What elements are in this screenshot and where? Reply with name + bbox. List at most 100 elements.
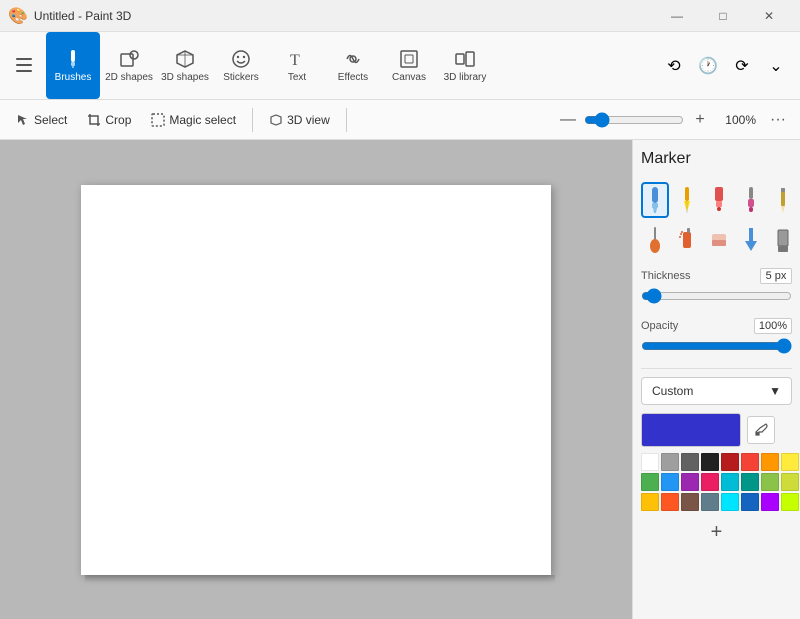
brush-tools-grid [641,182,792,258]
brush-custom[interactable] [769,222,797,258]
brush-watercolor[interactable] [737,182,765,218]
color-cell[interactable] [781,493,799,511]
close-button[interactable]: ✕ [746,0,792,32]
color-cell[interactable] [661,453,679,471]
add-color-button[interactable]: + [641,517,792,548]
color-cell[interactable] [721,453,739,471]
color-cell[interactable] [641,453,659,471]
zoom-slider[interactable] [584,112,684,128]
color-cell[interactable] [781,453,799,471]
color-cell[interactable] [741,473,759,491]
color-cell[interactable] [641,493,659,511]
custom-dropdown-button[interactable]: Custom ▼ [641,377,792,405]
brush-fill[interactable] [737,222,765,258]
brush-oil[interactable] [641,222,669,258]
zoom-plus-button[interactable]: + [688,108,712,132]
color-cell[interactable] [741,493,759,511]
opacity-label: Opacity [641,320,678,332]
eyedropper-button[interactable] [747,416,775,444]
2dshapes-label: 2D shapes [105,72,153,83]
current-color-swatch[interactable] [641,413,741,447]
ribbon-3dshapes-button[interactable]: 3D shapes [158,32,212,99]
select-icon [16,113,30,127]
thickness-section: Thickness 5 px [641,268,792,308]
stickers-label: Stickers [223,72,259,83]
oil-brush-icon [645,226,665,254]
history-button[interactable]: 🕐 [692,50,724,82]
color-cell[interactable] [661,493,679,511]
title-bar-controls: — □ ✕ [654,0,792,32]
color-cell[interactable] [721,493,739,511]
ribbon-3dlibrary-button[interactable]: 3D library [438,32,492,99]
color-cell[interactable] [701,453,719,471]
3dlibrary-label: 3D library [444,72,487,83]
brush-marker[interactable] [705,182,733,218]
more-options-button[interactable]: ··· [764,106,792,134]
zoom-minus-button[interactable]: — [556,108,580,132]
thickness-value: 5 px [760,268,792,284]
color-cell[interactable] [761,473,779,491]
brushes-label: Brushes [55,72,92,83]
ribbon: Brushes 2D shapes 3D shapes Stickers T [0,32,800,100]
crop-button[interactable]: Crop [79,109,139,131]
brush-spray[interactable] [673,222,701,258]
right-panel: Marker [632,140,800,619]
custom-label: Custom [652,384,693,398]
ribbon-canvas-button[interactable]: Canvas [382,32,436,99]
ribbon-menu-button[interactable] [4,32,44,99]
brushes-icon [62,48,84,70]
opacity-slider[interactable] [641,338,792,354]
redo-button[interactable]: ⟳ [726,50,758,82]
thickness-row: Thickness 5 px [641,268,792,284]
undo-button[interactable]: ⟲ [658,50,690,82]
window-title: Untitled - Paint 3D [34,9,131,23]
ribbon-chevron-button[interactable]: ⌄ [760,50,792,82]
secondary-toolbar: Select Crop Magic select 3D view — + 100… [0,100,800,140]
magic-select-label: Magic select [169,113,236,127]
ribbon-text-button[interactable]: T Text [270,32,324,99]
ribbon-brushes-button[interactable]: Brushes [46,32,100,99]
3dshapes-label: 3D shapes [161,72,209,83]
minimize-button[interactable]: — [654,0,700,32]
select-label: Select [34,113,67,127]
color-cell[interactable] [701,473,719,491]
ribbon-effects-button[interactable]: Effects [326,32,380,99]
select-button[interactable]: Select [8,109,75,131]
color-cell[interactable] [721,473,739,491]
color-grid [641,453,792,511]
color-cell[interactable] [681,453,699,471]
stickers-icon [230,48,252,70]
brush-calligraphy[interactable] [641,182,669,218]
color-cell[interactable] [641,473,659,491]
color-cell[interactable] [741,453,759,471]
toolbar-separator-1 [252,108,253,132]
svg-text:T: T [290,52,300,69]
ribbon-stickers-button[interactable]: Stickers [214,32,268,99]
color-cell[interactable] [681,493,699,511]
drawing-canvas[interactable] [81,185,551,575]
brush-ink[interactable] [673,182,701,218]
maximize-button[interactable]: □ [700,0,746,32]
spray-can-icon [677,226,697,254]
crop-label: Crop [105,113,131,127]
3d-shapes-icon [174,48,196,70]
custom-chevron-icon: ▼ [769,384,781,398]
canvas-area[interactable] [0,140,632,619]
brush-pencil[interactable] [769,182,797,218]
ribbon-2dshapes-button[interactable]: 2D shapes [102,32,156,99]
color-cell[interactable] [761,453,779,471]
magic-select-icon [151,113,165,127]
color-cell[interactable] [781,473,799,491]
title-bar: 🎨 Untitled - Paint 3D — □ ✕ [0,0,800,32]
thickness-slider[interactable] [641,288,792,304]
3d-view-button[interactable]: 3D view [261,109,338,131]
brush-eraser[interactable] [705,222,733,258]
undo-redo-area: ⟲ 🕐 ⟳ ⌄ [658,32,796,99]
color-cell[interactable] [701,493,719,511]
text-icon: T [286,48,308,70]
color-cell[interactable] [681,473,699,491]
color-cell[interactable] [661,473,679,491]
color-cell[interactable] [761,493,779,511]
magic-select-button[interactable]: Magic select [143,109,244,131]
app-icon: 🎨 [8,6,28,26]
